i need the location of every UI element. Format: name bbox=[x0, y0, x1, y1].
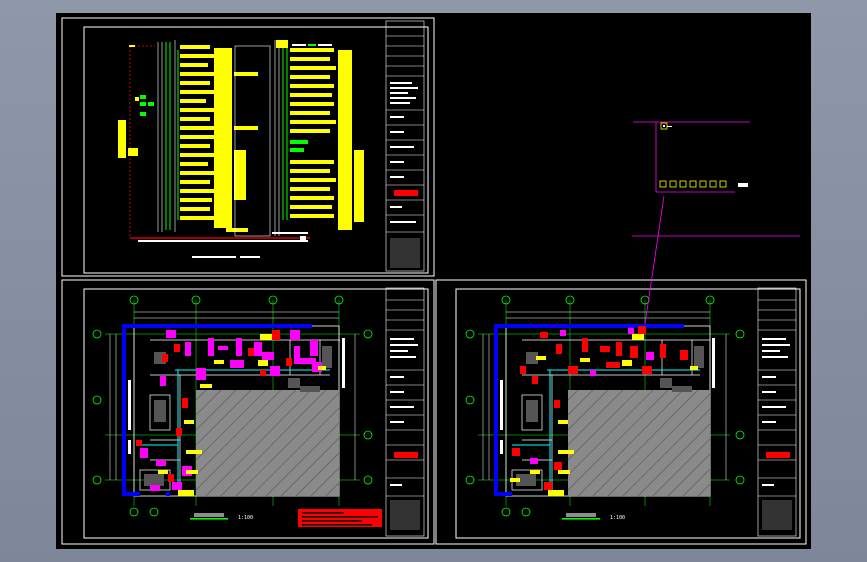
title-block-plan-1-stamp bbox=[394, 452, 418, 458]
plan-1-scale: 1:100 bbox=[238, 515, 253, 521]
title-block-riser-stamp bbox=[394, 190, 418, 196]
title-block-plan-2-stamp bbox=[766, 452, 790, 458]
cad-model-space[interactable]: 1:100 1:100 bbox=[0, 0, 867, 562]
plan-2-scale: 1:100 bbox=[610, 515, 625, 521]
